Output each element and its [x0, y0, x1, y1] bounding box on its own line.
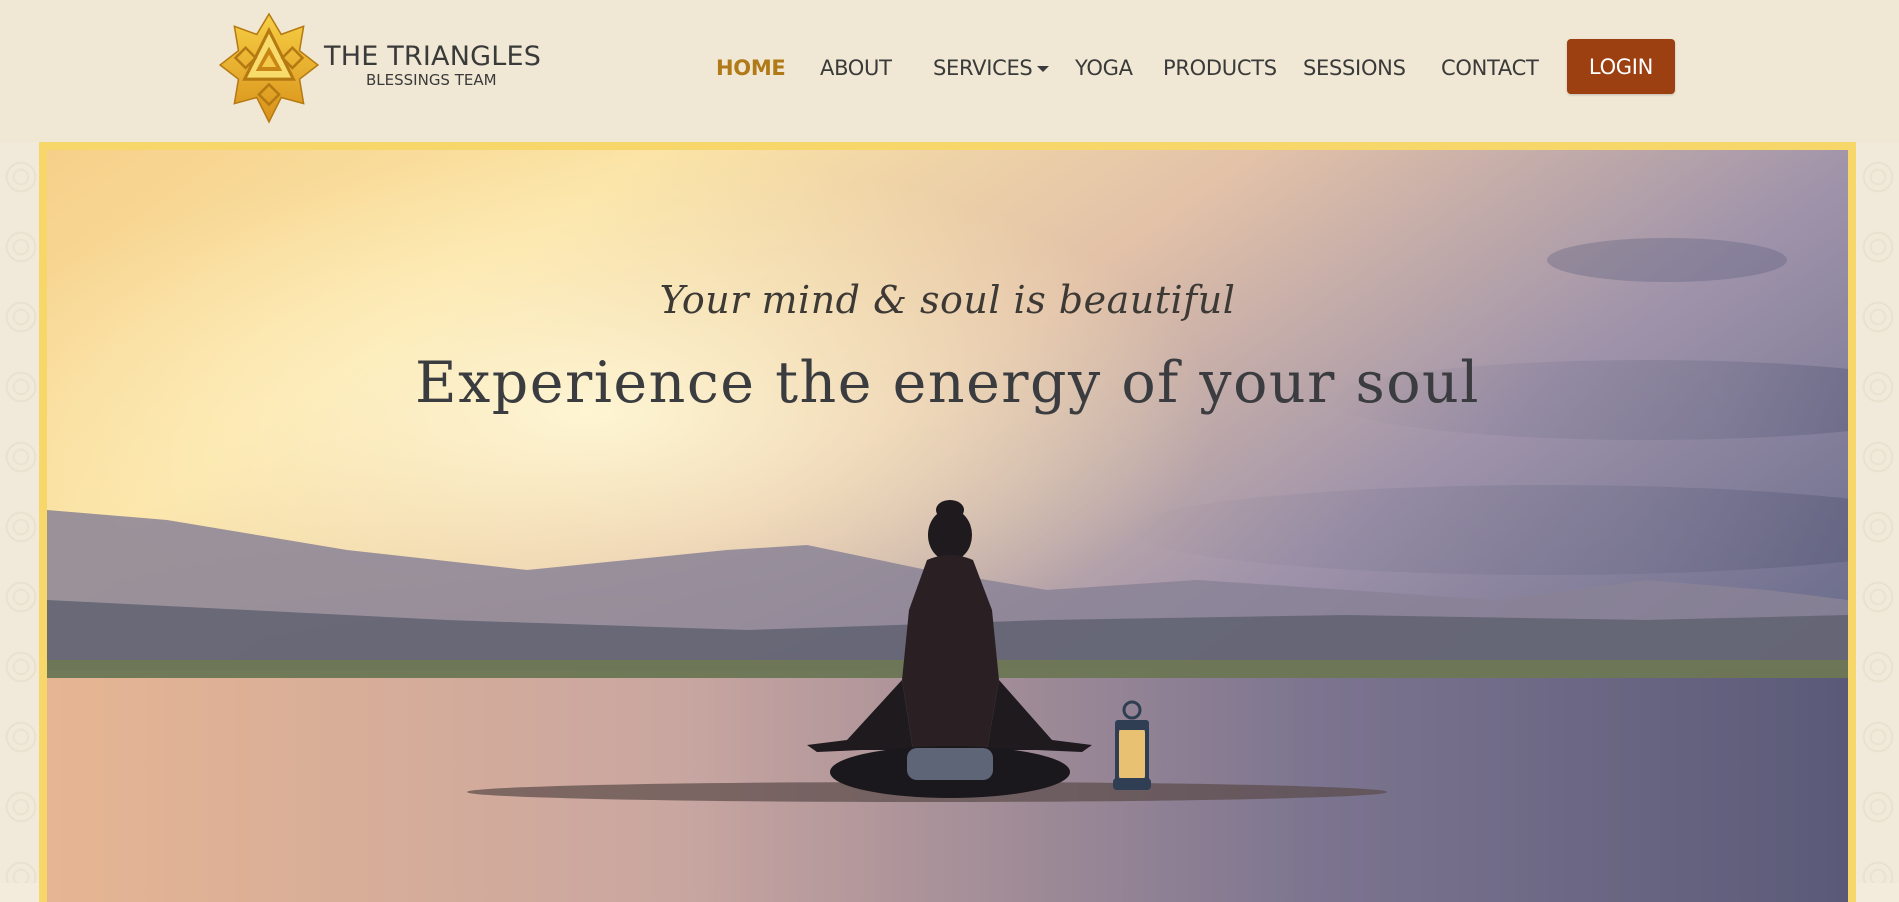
nav-yoga[interactable]: YOGA [1075, 56, 1133, 80]
brand-title: THE TRIANGLES [324, 41, 542, 72]
brand-logo[interactable]: THE TRIANGLES BLESSINGS TEAM [218, 12, 541, 124]
side-pattern-left [0, 142, 42, 883]
side-pattern-right [1857, 142, 1899, 883]
nav-about[interactable]: ABOUT [820, 56, 892, 80]
nav-contact[interactable]: CONTACT [1441, 56, 1539, 80]
nav-sessions[interactable]: SESSIONS [1303, 56, 1406, 80]
hero-background-image [47, 150, 1848, 902]
nav-services[interactable]: SERVICES [933, 56, 1050, 80]
brand-subtitle: BLESSINGS TEAM [366, 71, 497, 89]
nav-home[interactable]: HOME [716, 56, 786, 80]
site-header: THE TRIANGLES BLESSINGS TEAM HOME ABOUT … [0, 0, 1899, 142]
nav-products[interactable]: PRODUCTS [1163, 56, 1277, 80]
hero-headline: Experience the energy of your soul [414, 350, 1480, 416]
hero-banner: Your mind & soul is beautiful Experience… [47, 150, 1848, 902]
triangle-lotus-emblem-icon [218, 12, 320, 124]
hero-frame: Your mind & soul is beautiful Experience… [39, 142, 1856, 902]
nav-services-label: SERVICES [933, 56, 1033, 80]
hero-tagline: Your mind & soul is beautiful [659, 278, 1236, 322]
login-button[interactable]: LOGIN [1567, 39, 1675, 94]
chevron-down-icon [1037, 66, 1050, 72]
